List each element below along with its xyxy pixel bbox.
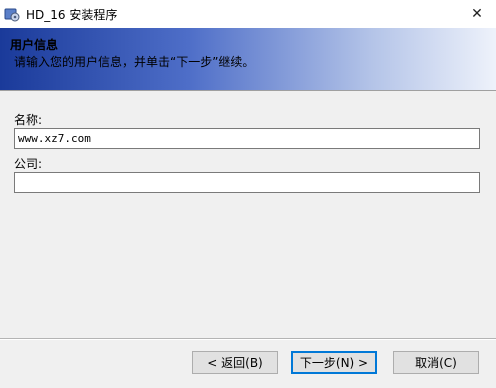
footer-divider-highlight <box>0 339 496 340</box>
close-button[interactable]: ✕ <box>464 2 490 26</box>
back-button[interactable]: < 返回(B) <box>192 351 278 374</box>
close-icon: ✕ <box>471 6 483 22</box>
cancel-button[interactable]: 取消(C) <box>393 351 479 374</box>
window-title: HD_16 安装程序 <box>26 8 118 22</box>
installer-app-icon <box>4 8 20 22</box>
page-description: 请输入您的用户信息，并单击“下一步”继续。 <box>14 55 255 69</box>
next-button[interactable]: 下一步(N) > <box>291 351 377 374</box>
title-bar: HD_16 安装程序 ✕ <box>0 0 496 28</box>
name-field[interactable] <box>14 128 480 149</box>
header-divider <box>0 90 496 91</box>
name-label: 名称: <box>14 113 43 127</box>
page-title: 用户信息 <box>10 38 59 52</box>
company-label: 公司: <box>14 157 43 171</box>
header-banner: 用户信息 请输入您的用户信息，并单击“下一步”继续。 <box>0 28 496 90</box>
company-field[interactable] <box>14 172 480 193</box>
